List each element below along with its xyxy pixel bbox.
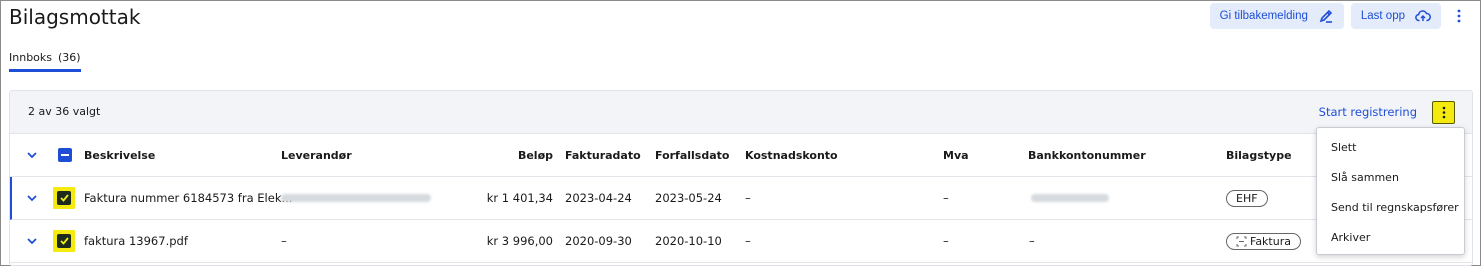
- col-invoice-date[interactable]: Fakturadato: [565, 134, 641, 176]
- doc-type-badge: EHF: [1226, 189, 1268, 207]
- doc-type-label: Faktura: [1250, 234, 1291, 248]
- row-description: faktura 13967.pdf: [84, 234, 188, 248]
- table-header: Beskrivelse Leverandør Beløp Fakturadato…: [10, 134, 1472, 177]
- inbox-table: 2 av 36 valgt Start registrering Beskriv…: [9, 90, 1473, 266]
- scan-icon: [1236, 236, 1247, 246]
- bulk-actions-icon[interactable]: [1432, 101, 1455, 124]
- row-due-date: 2020-10-10: [655, 234, 722, 248]
- col-bank-account[interactable]: Bankkontonummer: [1028, 134, 1146, 176]
- row-doc-type: EHF: [1226, 177, 1268, 219]
- pencil-icon: [1319, 9, 1333, 23]
- col-supplier[interactable]: Leverandør: [281, 134, 352, 176]
- bulk-actions-menu: Slett Slå sammen Send til regnskapsfører…: [1316, 127, 1465, 255]
- menu-item-archive[interactable]: Arkiver: [1317, 222, 1464, 252]
- feedback-label: Gi tilbakemelding: [1219, 10, 1308, 22]
- start-registration-link[interactable]: Start registrering: [1319, 105, 1417, 119]
- row-amount: kr 1 401,34: [486, 191, 553, 205]
- row-invoice-date: 2023-04-24: [565, 191, 632, 205]
- expand-all-chevron-icon[interactable]: [24, 134, 40, 176]
- row-supplier: –: [281, 234, 287, 248]
- row-cost-account: –: [745, 191, 751, 205]
- tab-inbox[interactable]: Innboks (36): [9, 51, 81, 72]
- col-cost-account[interactable]: Kostnadskonto: [745, 134, 838, 176]
- top-actions: Gi tilbakemelding Last opp: [1209, 3, 1470, 29]
- row-amount: kr 3 996,00: [486, 234, 553, 248]
- selection-summary: 2 av 36 valgt: [28, 105, 101, 118]
- tab-count: (36): [58, 51, 81, 64]
- expand-row-chevron-icon[interactable]: [24, 177, 40, 219]
- table-row[interactable]: faktura 13967.pdf – kr 3 996,00 2020-09-…: [10, 220, 1472, 263]
- col-vat[interactable]: Mva: [943, 134, 969, 176]
- cloud-upload-icon: [1415, 10, 1431, 22]
- menu-item-merge[interactable]: Slå sammen: [1317, 162, 1464, 192]
- row-bank-account-redacted: [1031, 177, 1109, 219]
- selection-bar: 2 av 36 valgt Start registrering: [10, 91, 1472, 134]
- row-doc-type: Faktura: [1226, 220, 1301, 262]
- feedback-button[interactable]: Gi tilbakemelding: [1209, 3, 1344, 29]
- col-amount[interactable]: Beløp: [465, 134, 553, 176]
- row-invoice-date: 2020-09-30: [565, 234, 632, 248]
- row-cost-account: –: [745, 234, 751, 248]
- col-due-date[interactable]: Forfallsdato: [655, 134, 729, 176]
- col-doc-type[interactable]: Bilagstype: [1226, 134, 1292, 176]
- row-vat: –: [943, 191, 949, 205]
- row-vat: –: [943, 234, 949, 248]
- row-description: Faktura nummer 6184573 fra Elek...: [84, 191, 293, 205]
- row-checkbox[interactable]: [53, 177, 75, 219]
- select-all-checkbox[interactable]: [58, 134, 72, 176]
- menu-item-delete[interactable]: Slett: [1317, 132, 1464, 162]
- col-description[interactable]: Beskrivelse: [84, 134, 155, 176]
- tab-label: Innboks: [9, 51, 53, 64]
- row-checkbox[interactable]: [53, 220, 75, 262]
- row-due-date: 2023-05-24: [655, 191, 722, 205]
- page-title: Bilagsmottak: [9, 5, 141, 29]
- row-bank-account: –: [1029, 234, 1035, 248]
- expand-row-chevron-icon[interactable]: [24, 220, 40, 262]
- row-supplier-redacted: [281, 177, 431, 219]
- upload-label: Last opp: [1360, 10, 1405, 22]
- upload-button[interactable]: Last opp: [1350, 3, 1441, 29]
- menu-item-send-to-accountant[interactable]: Send til regnskapsfører: [1317, 192, 1464, 222]
- more-options-icon[interactable]: [1448, 3, 1470, 29]
- doc-type-badge: Faktura: [1226, 232, 1301, 250]
- table-row[interactable]: Faktura nummer 6184573 fra Elek... kr 1 …: [10, 177, 1472, 220]
